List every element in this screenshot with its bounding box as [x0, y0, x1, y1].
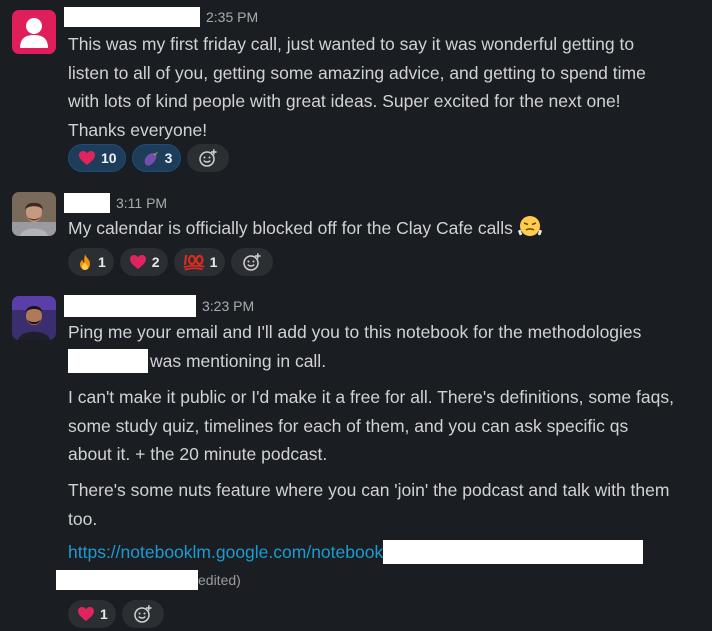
add-reaction-button[interactable]	[231, 248, 274, 276]
redacted-mention[interactable]	[68, 348, 148, 373]
edited-label: edited)	[198, 572, 241, 588]
message-header: 3:11 PM	[64, 191, 167, 215]
reaction-heart[interactable]: 10	[68, 144, 126, 172]
add-reaction-icon	[243, 253, 261, 271]
heart-icon	[78, 607, 94, 621]
message-link-line: https://notebooklm.google.com/notebook	[68, 538, 708, 567]
redacted-text	[56, 570, 198, 590]
add-reaction-icon	[199, 149, 217, 167]
reaction-heart[interactable]: 1	[68, 600, 116, 628]
redacted-username[interactable]	[64, 193, 110, 213]
heart-icon	[79, 151, 95, 165]
steam-face-icon	[517, 214, 543, 247]
timestamp[interactable]: 2:35 PM	[206, 9, 258, 25]
reaction-fire[interactable]: 1	[68, 248, 114, 276]
message-header: 2:35 PM	[64, 5, 258, 29]
user-photo-icon	[12, 296, 56, 340]
reactions-bar: 10 3	[68, 144, 230, 172]
eggplant-icon	[144, 151, 158, 166]
timestamp[interactable]: 3:23 PM	[202, 298, 254, 314]
avatar-user-2[interactable]	[12, 192, 56, 236]
user-silhouette-icon	[12, 10, 56, 54]
message-text: This was my first friday call, just want…	[68, 34, 646, 140]
reactions-bar: 1	[68, 600, 164, 628]
add-reaction-button[interactable]	[121, 600, 164, 628]
redacted-username[interactable]	[64, 7, 200, 27]
add-reaction-button[interactable]	[187, 144, 230, 172]
message-header: 3:23 PM	[64, 294, 254, 318]
edited-line: edited)	[56, 568, 241, 592]
avatar-user-3[interactable]	[12, 296, 56, 340]
reaction-eggplant[interactable]: 3	[131, 144, 182, 172]
reaction-heart[interactable]: 2	[119, 248, 168, 276]
redacted-link-tail	[383, 540, 644, 564]
reactions-bar: 1 2 1	[68, 248, 274, 276]
message-text: My calendar is officially blocked off fo…	[68, 214, 708, 247]
redacted-username[interactable]	[64, 295, 196, 317]
heart-icon	[129, 255, 146, 269]
add-reaction-icon	[134, 605, 152, 623]
message-text-paragraph-3: There's some nuts feature where you can …	[68, 480, 670, 529]
user-photo-icon	[12, 192, 56, 236]
notebook-link[interactable]: https://notebooklm.google.com/notebook	[68, 542, 383, 562]
avatar-default-user[interactable]	[12, 10, 56, 54]
message-text: Ping me your email and I'll add you to t…	[68, 322, 642, 373]
fire-icon	[80, 254, 90, 270]
hundred-points-icon	[183, 254, 204, 271]
reaction-hundred[interactable]: 1	[173, 248, 226, 276]
timestamp[interactable]: 3:11 PM	[116, 195, 167, 211]
message-text-paragraph-2: I can't make it public or I'd make it a …	[68, 387, 674, 464]
